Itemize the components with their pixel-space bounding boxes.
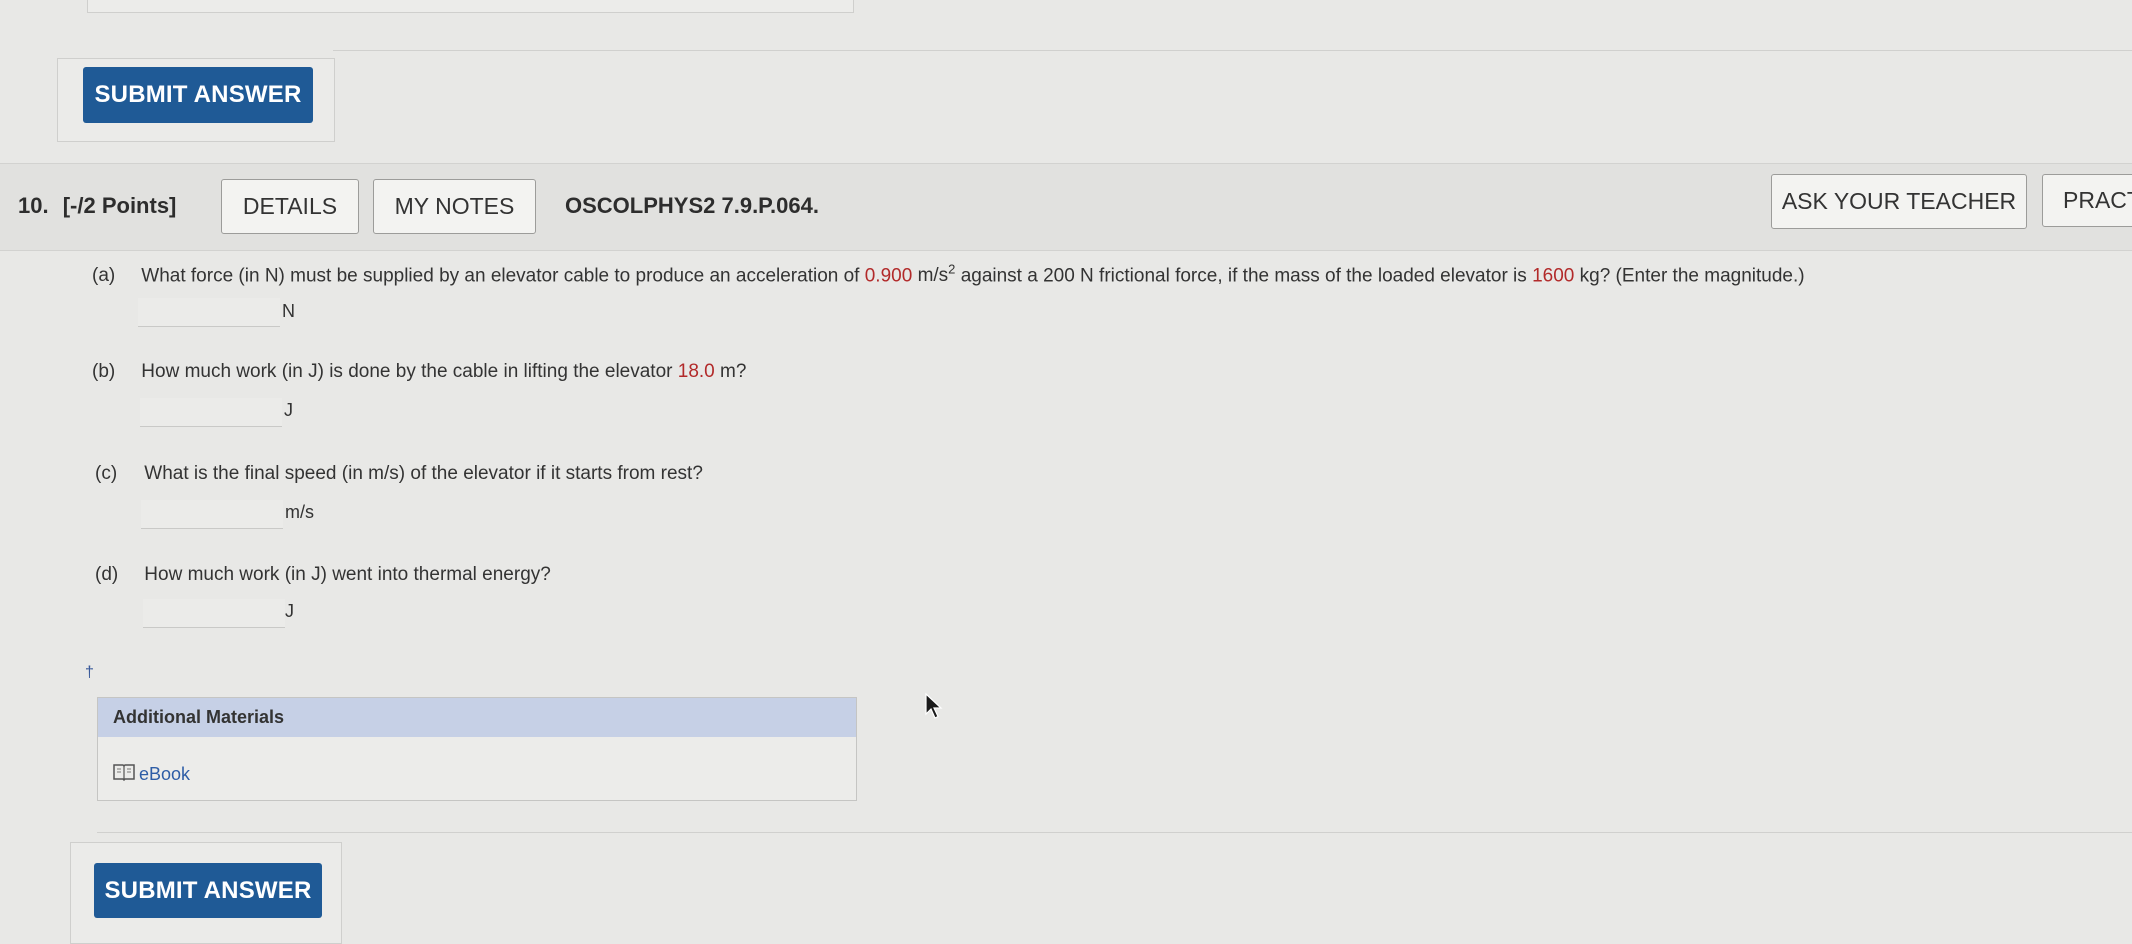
ask-your-teacher-button[interactable]: ASK YOUR TEACHER xyxy=(1771,174,2027,229)
my-notes-button[interactable]: MY NOTES xyxy=(373,179,536,234)
height-value: 18.0 xyxy=(677,361,715,382)
part-a-text-3: kg? (Enter the magnitude.) xyxy=(1579,265,1805,287)
part-a-prompt: (a) What force (in N) must be supplied b… xyxy=(92,262,1805,287)
ebook-link[interactable]: eBook xyxy=(113,763,190,786)
mass-value: 1600 xyxy=(1532,265,1575,287)
practice-another-button[interactable]: PRACT xyxy=(2042,174,2132,227)
part-c-prompt: (c) What is the final speed (in m/s) of … xyxy=(95,463,703,485)
bottom-submit-divider xyxy=(97,832,2132,833)
part-b-text-2: m? xyxy=(720,361,747,382)
part-d-answer-input[interactable] xyxy=(143,599,285,628)
part-b-answer-input[interactable] xyxy=(140,398,282,427)
details-button[interactable]: DETAILS xyxy=(221,179,359,234)
question-points: [-/2 Points] xyxy=(62,193,177,218)
part-d-prompt: (d) How much work (in J) went into therm… xyxy=(95,564,551,586)
part-a-text-2: against a 200 N frictional force, if the… xyxy=(960,265,1527,287)
top-submit-divider xyxy=(333,50,2132,51)
part-c-answer-input[interactable] xyxy=(141,500,283,529)
part-d-text: How much work (in J) went into thermal e… xyxy=(144,564,551,585)
acceleration-value: 0.900 xyxy=(864,265,913,287)
top-submit-answer-button[interactable]: SUBMIT ANSWER xyxy=(83,67,313,123)
part-c-letter: (c) xyxy=(95,463,118,484)
part-d-unit: J xyxy=(285,601,294,621)
part-a-text-1: What force (in N) must be supplied by an… xyxy=(141,265,860,287)
acceleration-unit: m/s2 xyxy=(917,262,956,287)
bottom-submit-answer-button[interactable]: SUBMIT ANSWER xyxy=(94,863,322,918)
footnote-dagger: † xyxy=(85,664,94,681)
question-number-points: 10. [-/2 Points] xyxy=(18,193,176,219)
ebook-label: eBook xyxy=(139,764,191,784)
additional-materials-title: Additional Materials xyxy=(98,698,856,737)
part-c-unit: m/s xyxy=(285,502,314,522)
part-a-letter: (a) xyxy=(92,265,116,287)
question-number: 10. xyxy=(18,193,49,218)
part-b-prompt: (b) How much work (in J) is done by the … xyxy=(92,361,746,383)
part-a-answer-input[interactable] xyxy=(138,298,280,327)
part-c-text: What is the final speed (in m/s) of the … xyxy=(144,463,703,484)
book-icon xyxy=(113,763,135,786)
additional-materials-panel: Additional Materials eBook xyxy=(97,697,857,801)
previous-question-frame xyxy=(87,0,854,13)
question-code: OSCOLPHYS2 7.9.P.064. xyxy=(565,193,819,218)
part-d-letter: (d) xyxy=(95,564,119,585)
part-a-unit: N xyxy=(282,301,295,321)
part-b-letter: (b) xyxy=(92,361,116,382)
mouse-cursor-icon xyxy=(924,692,944,725)
part-b-text-1: How much work (in J) is done by the cabl… xyxy=(141,361,673,382)
part-b-unit: J xyxy=(284,400,293,420)
